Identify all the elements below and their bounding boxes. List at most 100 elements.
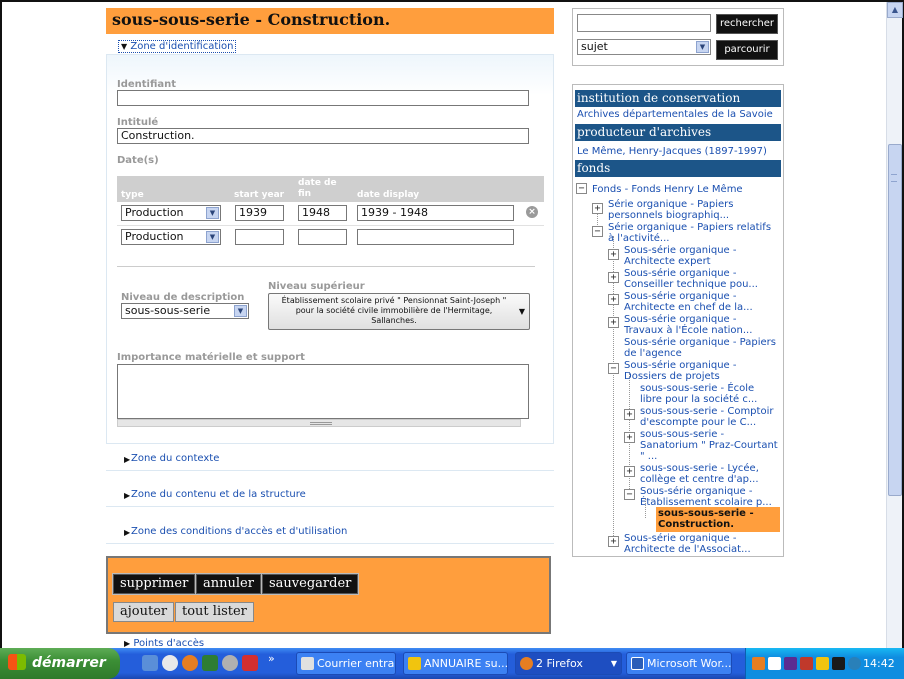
niveau-description-label: Niveau de description	[121, 292, 245, 303]
tree-item[interactable]: Sous-série organique - Travaux à l'École …	[624, 314, 752, 336]
tree-item-line: Architecte expert	[624, 256, 711, 267]
record-title-bar: sous-sous-serie - Construction.	[106, 8, 554, 34]
producteur-link[interactable]: Le Même, Henry-Jacques (1897-1997)	[577, 146, 767, 157]
tree-item[interactable]: Série organique - Papiers personnels biog…	[608, 199, 733, 221]
collapse-icon[interactable]: −	[608, 363, 619, 374]
expand-icon[interactable]: +	[608, 536, 619, 547]
tout-lister-button[interactable]: tout lister	[175, 602, 254, 622]
tree-item[interactable]: Sous-série organique - Architecte expert	[624, 245, 736, 267]
desktop-icon[interactable]	[142, 655, 158, 671]
tree-item-line: sous-sous-serie -	[640, 429, 725, 440]
niveau-superieur-select[interactable]: Établissement scolaire privé " Pensionna…	[268, 293, 530, 330]
expand-icon[interactable]: +	[608, 272, 619, 283]
zone-contenu-toggle[interactable]: ▶ Zone du contenu et de la structure	[106, 489, 554, 507]
taskbar-button-annuaire[interactable]: ANNUAIRE su...	[403, 652, 508, 675]
ajouter-button[interactable]: ajouter	[113, 602, 175, 622]
tray-app-icon[interactable]	[784, 657, 797, 670]
tree-item[interactable]: Sous-série organique - Architecte en chef…	[624, 291, 753, 313]
zone-identification-toggle[interactable]: ▼ Zone d'identification	[118, 40, 237, 53]
collapse-icon[interactable]: −	[576, 183, 587, 194]
taskbar-button-firefox[interactable]: 2 Firefox ▼	[515, 652, 622, 675]
tree-current-item[interactable]: sous-sous-serie - Construction.	[656, 507, 780, 532]
identifiant-label: Identifiant	[117, 79, 177, 90]
tree-item-line: Sous-série organique -	[624, 314, 737, 325]
app-icon[interactable]	[222, 655, 238, 671]
triangle-right-icon: ▶	[124, 639, 131, 648]
app-icon[interactable]	[242, 655, 258, 671]
col-date-de-fin: date de fin	[298, 178, 337, 199]
tray-app-icon[interactable]	[752, 657, 765, 670]
niveau-superieur-value: Établissement scolaire privé " Pensionna…	[281, 296, 507, 325]
grip-icon	[310, 422, 332, 425]
chevron-down-icon: ▼	[696, 41, 709, 53]
row-divider	[117, 225, 544, 226]
browser-icon[interactable]	[162, 655, 178, 671]
tree-item[interactable]: sous-sous-serie - Sanatorium " Praz-Court…	[640, 429, 778, 462]
end-year-input-1[interactable]: 1948	[298, 205, 347, 221]
collapse-icon[interactable]: −	[592, 226, 603, 237]
expand-icon[interactable]: +	[592, 203, 603, 214]
end-year-input-2[interactable]	[298, 229, 347, 245]
subject-select[interactable]: sujet ▼	[577, 39, 711, 55]
zone-contexte-toggle[interactable]: ▶ Zone du contexte	[106, 453, 554, 471]
start-button[interactable]: démarrer	[0, 648, 120, 679]
tree-item[interactable]: Sous-série organique - Papiers de l'agenc…	[624, 337, 776, 359]
remove-row-icon[interactable]: ×	[526, 206, 538, 218]
expand-icon[interactable]: +	[624, 409, 635, 420]
dates-label: Date(s)	[117, 155, 159, 166]
app-icon[interactable]	[202, 655, 218, 671]
tree-item-line: sous-sous-serie - École	[640, 383, 755, 394]
tree-item[interactable]: Sous-série organique - Conseiller techniq…	[624, 268, 758, 290]
tray-app-icon[interactable]	[832, 657, 845, 670]
date-type-select-1[interactable]: Production ▼	[121, 205, 221, 221]
tree-item[interactable]: Série organique - Papiers relatifs à l'ac…	[608, 222, 771, 244]
tray-app-icon[interactable]	[768, 657, 781, 670]
textarea-resize-handle[interactable]	[117, 419, 521, 427]
expand-icon[interactable]: +	[608, 249, 619, 260]
taskbar-button-courrier[interactable]: Courrier entra...	[296, 652, 396, 675]
start-year-input-2[interactable]	[235, 229, 284, 245]
taskbar-label: Courrier entra...	[317, 657, 395, 670]
identifiant-input[interactable]	[117, 90, 529, 106]
tree-item[interactable]: Sous-série organique - Établissement scol…	[640, 486, 772, 508]
expand-icon[interactable]: +	[608, 294, 619, 305]
date-display-input-2[interactable]	[357, 229, 514, 245]
tree-item[interactable]: sous-sous-serie - Comptoir d'escompte pou…	[640, 406, 773, 428]
fonds-heading: fonds	[575, 160, 781, 177]
intitule-input[interactable]: Construction.	[117, 128, 529, 144]
scroll-up-icon[interactable]: ▲	[887, 2, 903, 18]
start-year-input-1[interactable]: 1939	[235, 205, 284, 221]
date-type-value: Production	[125, 206, 184, 219]
tray-app-icon[interactable]	[800, 657, 813, 670]
niveau-description-select[interactable]: sous-sous-serie ▼	[121, 303, 249, 319]
col-start-year: start year	[234, 190, 285, 200]
tree-root[interactable]: Fonds - Fonds Henry Le Même	[592, 184, 743, 195]
supprimer-button[interactable]: supprimer	[113, 574, 196, 594]
rechercher-button[interactable]: rechercher	[716, 14, 778, 34]
tree-item[interactable]: Sous-série organique - Architecte de l'As…	[624, 533, 751, 555]
more-icon[interactable]: »	[268, 652, 275, 665]
expand-icon[interactable]: +	[608, 317, 619, 328]
importance-textarea[interactable]	[117, 364, 529, 419]
tree-item[interactable]: sous-sous-serie - Lycée, collège et centr…	[640, 463, 759, 485]
taskbar-button-word[interactable]: Microsoft Wor...	[626, 652, 732, 675]
expand-icon[interactable]: +	[624, 432, 635, 443]
date-display-input-1[interactable]: 1939 - 1948	[357, 205, 514, 221]
annuler-button[interactable]: annuler	[196, 574, 261, 594]
date-type-select-2[interactable]: Production ▼	[121, 229, 221, 245]
tree-item[interactable]: Sous-série organique - Dossiers de projet…	[624, 360, 736, 382]
sauvegarder-button[interactable]: sauvegarder	[262, 574, 359, 594]
firefox-icon[interactable]	[182, 655, 198, 671]
col-type: type	[121, 190, 144, 200]
scroll-thumb[interactable]	[888, 144, 902, 496]
shield-icon[interactable]	[816, 657, 829, 670]
page-scrollbar[interactable]: ▲	[886, 2, 903, 648]
zone-conditions-toggle[interactable]: ▶ Zone des conditions d'accès et d'utili…	[106, 526, 554, 544]
collapse-icon[interactable]: −	[624, 489, 635, 500]
tray-app-icon[interactable]	[848, 657, 861, 670]
search-input[interactable]	[577, 14, 711, 32]
tree-item[interactable]: sous-sous-serie - École libre pour la soc…	[640, 383, 757, 405]
parcourir-button[interactable]: parcourir	[716, 40, 778, 60]
expand-icon[interactable]: +	[624, 466, 635, 477]
institution-link[interactable]: Archives départementales de la Savoie	[577, 109, 773, 120]
